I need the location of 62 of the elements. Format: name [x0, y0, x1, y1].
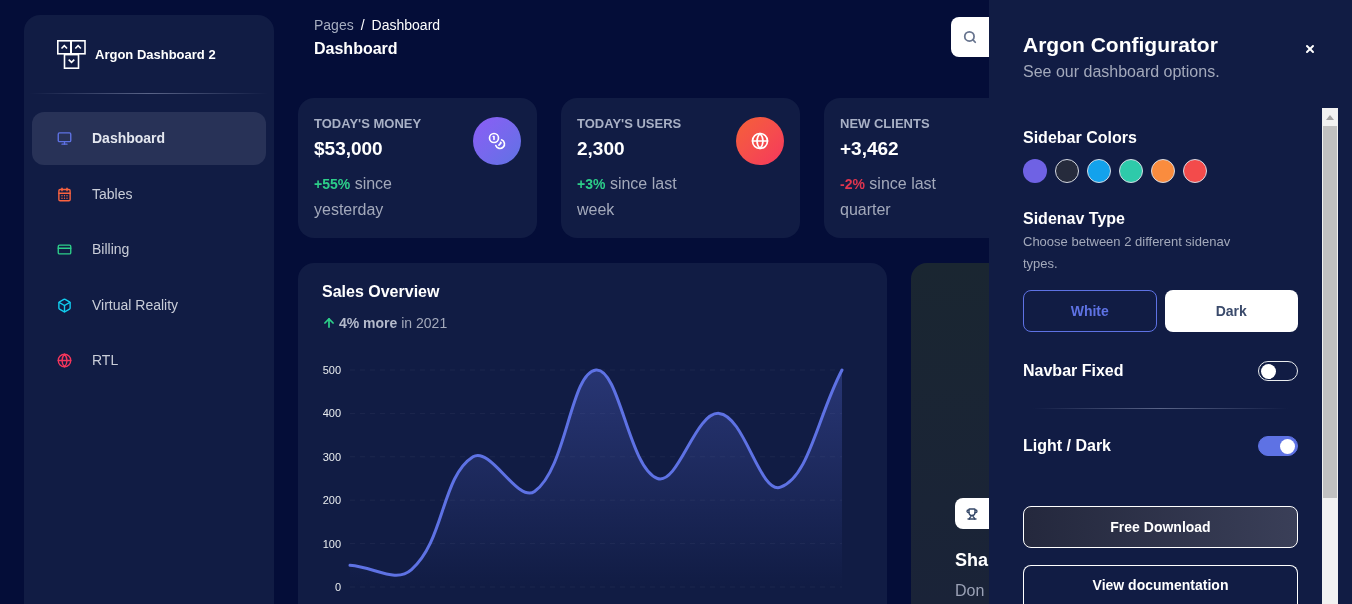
- chart-summary: 4% more in 2021: [339, 314, 448, 333]
- carousel-text: Don: [955, 581, 986, 601]
- stat-title: TODAY'S MONEY: [314, 115, 423, 133]
- nav-item[interactable]: Tables: [32, 167, 266, 221]
- y-axis-label: 100: [322, 537, 341, 550]
- stat-value: $53,000: [314, 137, 384, 161]
- y-axis-label: 300: [322, 450, 341, 463]
- close-icon: [1304, 43, 1316, 55]
- panel-button[interactable]: View documentation: [1023, 565, 1298, 604]
- globe-icon: [57, 353, 72, 368]
- breadcrumb-separator: /: [360, 16, 365, 35]
- color-swatch-icon[interactable]: [1119, 159, 1143, 183]
- scrollbar[interactable]: [1322, 108, 1338, 604]
- y-axis-label: 0: [334, 581, 341, 593]
- sidenav-type-button[interactable]: Dark: [1164, 290, 1298, 332]
- color-swatch-icon[interactable]: [1151, 159, 1175, 183]
- panel-button[interactable]: Free Download: [1023, 506, 1298, 548]
- sidenav-type-button[interactable]: White: [1023, 290, 1157, 332]
- nav-item[interactable]: Virtual Reality: [32, 278, 266, 332]
- color-swatch-icon[interactable]: [1087, 159, 1111, 183]
- color-swatch-icon[interactable]: [1183, 159, 1207, 183]
- stat-title: NEW CLIENTS: [840, 115, 931, 133]
- breadcrumb-current: Dashboard: [371, 16, 441, 35]
- calendar-icon: [57, 186, 72, 202]
- brand-name: Argon Dashboard 2: [95, 45, 216, 64]
- cube-icon: [57, 297, 72, 313]
- page-title: Dashboard: [314, 39, 399, 59]
- nav-item[interactable]: RTL: [32, 334, 266, 387]
- stat-value: +3,462: [840, 137, 900, 161]
- toggle-label: Light / Dark: [1023, 436, 1111, 456]
- stat-change-text: -2% since last quarter: [840, 174, 938, 220]
- stat-value: 2,300: [577, 137, 626, 161]
- section-title: Sidenav Type: [1023, 209, 1126, 229]
- panel-title: Argon Configurator: [1023, 32, 1219, 58]
- color-swatch-icon[interactable]: [1023, 159, 1047, 183]
- stat-change-text: +55% since yesterday: [314, 174, 393, 220]
- chart-title: Sales Overview: [322, 282, 441, 302]
- y-axis-label: 400: [322, 407, 341, 420]
- search-field[interactable]: [951, 17, 989, 57]
- breadcrumb-link[interactable]: Pages: [314, 15, 354, 35]
- nav-item[interactable]: Billing: [32, 223, 266, 276]
- trophy-icon: [955, 498, 989, 529]
- toggle-label: Navbar Fixed: [1023, 361, 1124, 381]
- section-title: Sidebar Colors: [1023, 128, 1138, 148]
- toggle-switch[interactable]: [1258, 436, 1298, 456]
- monitor-icon: [57, 131, 72, 146]
- globe-icon: [736, 117, 784, 165]
- stat-change-text: +3% since last week: [577, 174, 678, 220]
- panel-subtitle: See our dashboard options.: [1023, 62, 1220, 82]
- coins-icon: [473, 117, 521, 165]
- y-axis-label: 500: [322, 364, 341, 376]
- credit-card-icon: [57, 242, 72, 257]
- carousel-title: Sha: [955, 549, 989, 572]
- close-button[interactable]: [1304, 43, 1316, 55]
- y-axis-label: 200: [322, 494, 341, 507]
- color-swatch-icon[interactable]: [1055, 159, 1079, 183]
- search-icon: [963, 30, 977, 44]
- stat-title: TODAY'S USERS: [577, 115, 683, 133]
- section-description: Choose between 2 different sidenav types.: [1023, 233, 1232, 273]
- scrollbar-thumb[interactable]: [1323, 126, 1337, 498]
- logo-icon: [57, 40, 86, 69]
- nav-item[interactable]: Dashboard: [32, 112, 266, 165]
